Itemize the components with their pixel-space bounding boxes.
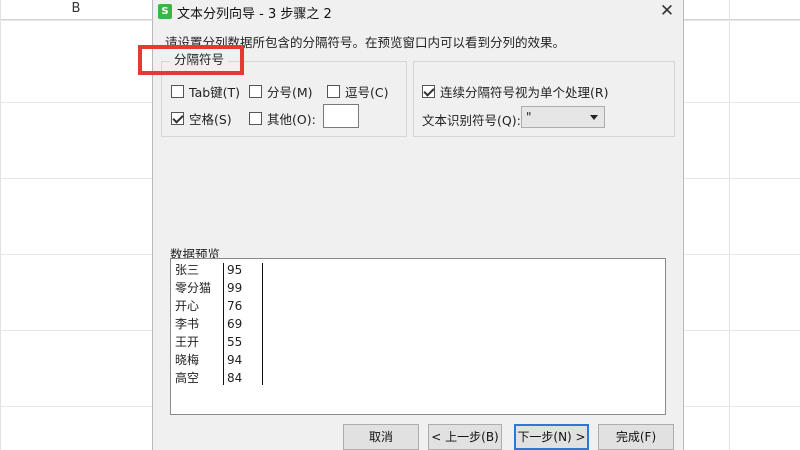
- preview-cell-name: 王开: [175, 335, 200, 349]
- space-checkbox-label: 空格(S): [189, 112, 232, 127]
- other-checkbox-label: 其他(O):: [267, 112, 316, 127]
- tab-checkbox[interactable]: Tab键(T): [171, 82, 240, 101]
- preview-cell-name: 开心: [175, 299, 200, 313]
- consecutive-delimiters-checkbox[interactable]: 连续分隔符号视为单个处理(R): [422, 82, 608, 101]
- checkbox-box-checked[interactable]: [422, 85, 435, 98]
- dialog-title: 文本分列向导 - 3 步骤之 2: [177, 7, 332, 22]
- finish-button[interactable]: 完成(F): [598, 424, 674, 450]
- preview-cell-value: 95: [227, 263, 243, 277]
- checkbox-box[interactable]: [249, 112, 262, 125]
- grid-line: [0, 0, 1, 450]
- column-break-line[interactable]: [262, 263, 263, 385]
- preview-cell-value: 55: [227, 335, 243, 349]
- dialog-titlebar[interactable]: S 文本分列向导 - 3 步骤之 2 ✕: [153, 0, 683, 24]
- data-preview-pane[interactable]: 张三 95 零分猫 99 开心 76 李书 69 王开 55 晓梅 94 高空 84: [170, 258, 666, 415]
- semicolon-checkbox[interactable]: 分号(M): [249, 82, 313, 101]
- consecutive-delimiters-label: 连续分隔符号视为单个处理(R): [440, 85, 609, 100]
- checkbox-box[interactable]: [171, 85, 184, 98]
- text-qualifier-select[interactable]: ": [521, 106, 605, 128]
- checkbox-box[interactable]: [327, 85, 340, 98]
- grid-line: [729, 0, 730, 450]
- preview-cell-value: 94: [227, 353, 243, 367]
- checkbox-box[interactable]: [249, 85, 262, 98]
- preview-cell-value: 69: [227, 317, 243, 331]
- highlight-annotation-box: [138, 45, 244, 75]
- semicolon-checkbox-label: 分号(M): [267, 85, 313, 100]
- preview-cell-name: 张三: [175, 263, 200, 277]
- comma-checkbox[interactable]: 逗号(C): [327, 82, 388, 101]
- cancel-button[interactable]: 取消: [343, 424, 419, 450]
- preview-cell-value: 84: [227, 371, 243, 385]
- next-button[interactable]: 下一步(N) >: [514, 424, 589, 450]
- column-header-b[interactable]: B: [0, 0, 152, 20]
- preview-cell-value: 99: [227, 281, 243, 295]
- checkbox-box-checked[interactable]: [171, 112, 184, 125]
- comma-checkbox-label: 逗号(C): [345, 85, 389, 100]
- preview-cell-value: 76: [227, 299, 243, 313]
- back-button[interactable]: < 上一步(B): [428, 424, 502, 450]
- preview-cell-name: 李书: [175, 317, 200, 331]
- text-qualifier-label: 文本识别符号(Q):: [422, 113, 521, 128]
- tab-checkbox-label: Tab键(T): [189, 85, 241, 100]
- text-qualifier-value: ": [526, 110, 532, 124]
- preview-cell-name: 零分猫: [175, 281, 212, 295]
- column-header-right[interactable]: [684, 0, 800, 20]
- close-icon[interactable]: ✕: [657, 1, 677, 21]
- column-break-line[interactable]: [223, 263, 224, 385]
- other-checkbox[interactable]: 其他(O):: [249, 109, 316, 128]
- other-delimiter-input[interactable]: [323, 104, 359, 128]
- chevron-down-icon: [590, 115, 598, 120]
- preview-cell-name: 高空: [175, 371, 200, 385]
- preview-cell-name: 晓梅: [175, 353, 200, 367]
- space-checkbox[interactable]: 空格(S): [171, 109, 232, 128]
- wps-sheet-icon: S: [158, 4, 172, 19]
